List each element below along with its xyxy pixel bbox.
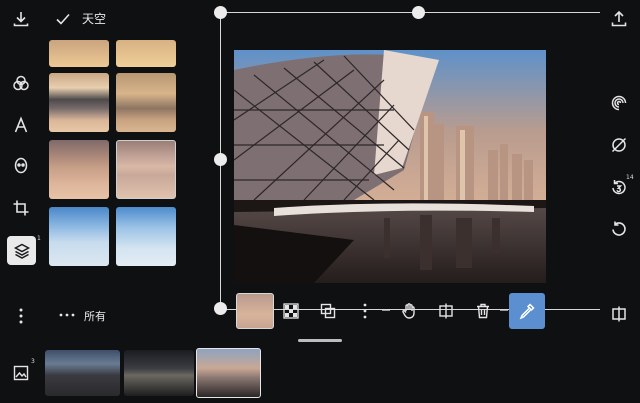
blend-mode-icon[interactable] — [318, 301, 338, 321]
panel-title: 天空 — [82, 12, 107, 26]
text-icon[interactable] — [10, 114, 32, 136]
more-vertical-icon[interactable] — [10, 305, 32, 327]
mask-checker-icon[interactable] — [281, 301, 301, 321]
more-horizontal-icon[interactable] — [57, 308, 77, 322]
city-photo — [234, 50, 546, 283]
history-badge: 14 — [626, 174, 634, 181]
color-mix-icon[interactable] — [10, 72, 32, 94]
sky-preset-7[interactable] — [49, 207, 109, 266]
toolbar-divider — [382, 310, 390, 311]
eyedropper-button[interactable] — [509, 293, 545, 329]
layers-button[interactable] — [7, 236, 36, 265]
sky-preset-3[interactable] — [49, 73, 109, 132]
split-view-icon[interactable] — [435, 300, 457, 322]
gallery-icon[interactable] — [10, 362, 32, 384]
filmstrip-badge: 3 — [31, 358, 35, 365]
layers-badge: 1 — [37, 235, 41, 242]
resize-handle-top-left[interactable] — [214, 6, 227, 19]
spiral-icon[interactable] — [608, 92, 630, 114]
sky-preset-2[interactable] — [116, 40, 176, 67]
filmstrip-photo-2[interactable] — [124, 350, 194, 396]
undo-icon[interactable] — [608, 218, 630, 240]
layers-icon — [13, 243, 30, 259]
photo-canvas[interactable] — [234, 50, 546, 283]
sky-preset-6-selected[interactable] — [116, 140, 176, 199]
sky-preset-1[interactable] — [49, 40, 109, 67]
mask-off-icon[interactable] — [608, 134, 630, 156]
sky-preset-4[interactable] — [116, 73, 176, 132]
scroll-indicator[interactable] — [298, 339, 342, 342]
delete-icon[interactable] — [472, 300, 494, 322]
hand-icon[interactable] — [398, 300, 420, 322]
check-icon[interactable] — [52, 8, 74, 30]
share-icon[interactable] — [608, 8, 630, 30]
filmstrip-photo-3-selected[interactable] — [196, 348, 261, 398]
filter-label[interactable]: 所有 — [84, 308, 106, 324]
sky-layer-thumbnail[interactable] — [236, 293, 274, 329]
download-icon[interactable] — [10, 8, 32, 30]
compare-icon[interactable] — [608, 303, 630, 325]
filmstrip-photo-1[interactable] — [45, 350, 120, 396]
guide-top — [220, 12, 600, 13]
resize-handle-middle-left[interactable] — [214, 153, 227, 166]
crop-icon[interactable] — [10, 197, 32, 219]
sky-preset-5[interactable] — [49, 140, 109, 199]
resize-handle-top-center[interactable] — [412, 6, 425, 19]
eyedropper-icon — [519, 303, 535, 320]
resize-handle-bottom-left[interactable] — [214, 302, 227, 315]
layer-more-icon[interactable] — [355, 301, 375, 321]
sky-preset-8[interactable] — [116, 207, 176, 266]
face-icon[interactable] — [10, 154, 32, 176]
toolbar-divider-2 — [500, 310, 508, 311]
